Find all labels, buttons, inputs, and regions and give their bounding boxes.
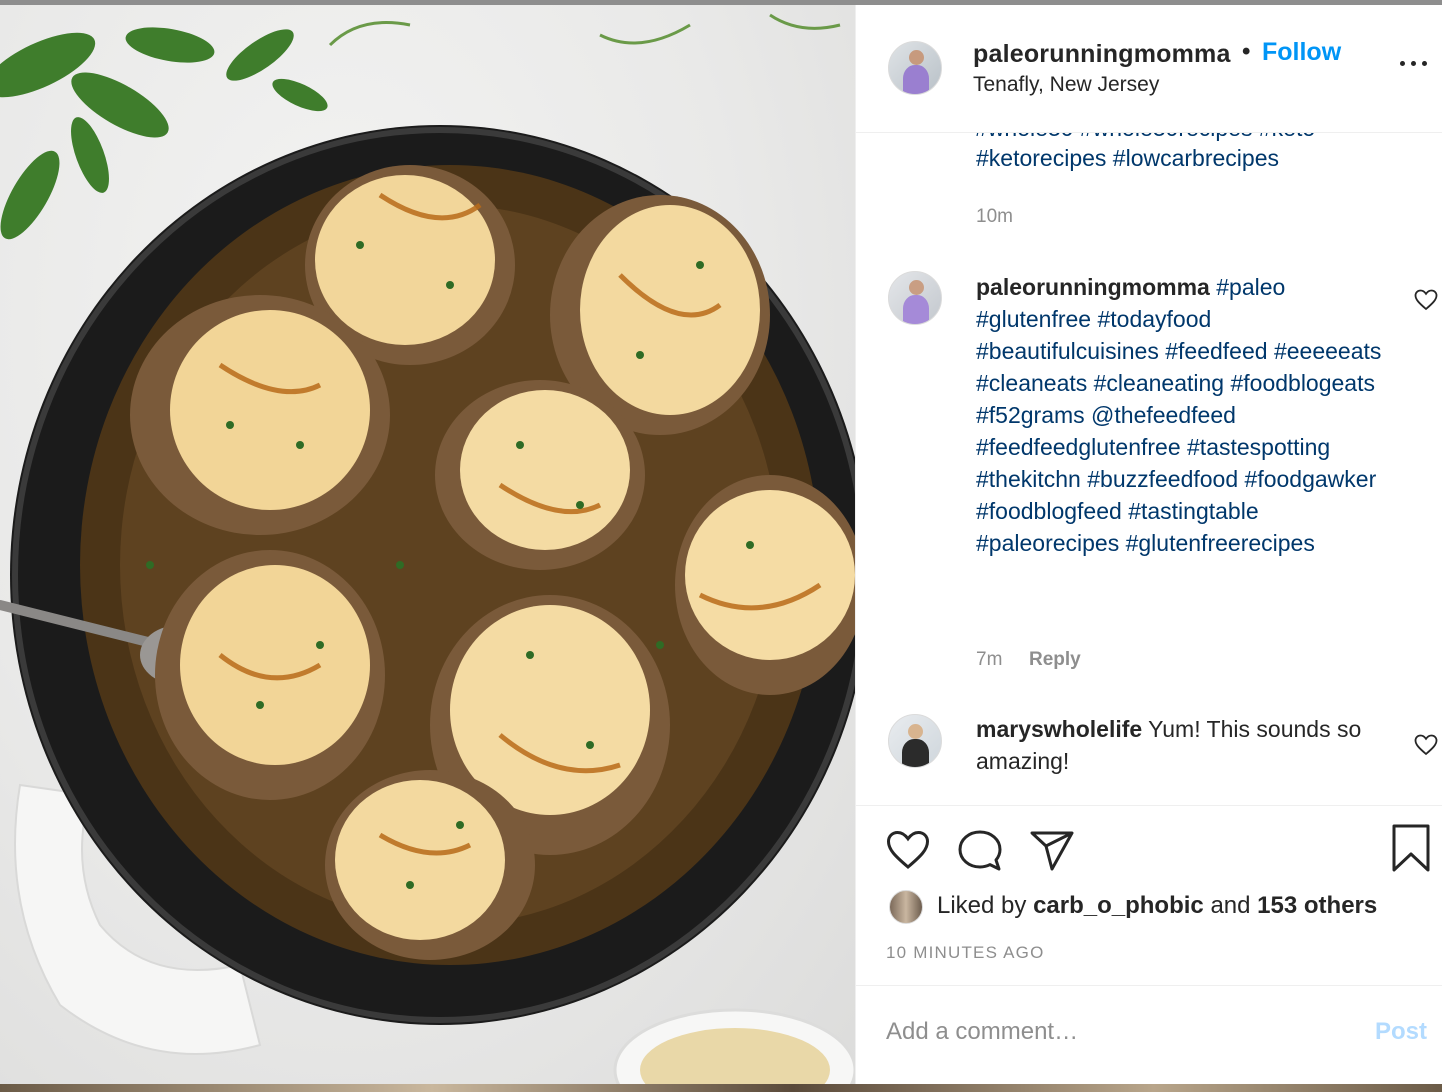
likes-summary: Liked by carb_o_phobic and 153 others bbox=[937, 892, 1377, 920]
post-photo[interactable] bbox=[0, 5, 855, 1084]
caption-hashtags[interactable]: #ketorecipes #lowcarbrecipes bbox=[976, 145, 1279, 172]
separator-dot: • bbox=[1242, 38, 1251, 65]
comment-avatar[interactable] bbox=[888, 271, 942, 325]
liked-by-user-link[interactable]: carb_o_phobic bbox=[1033, 892, 1204, 919]
comments-list[interactable]: #whole30 #whole30recipes #keto #ketoreci… bbox=[856, 133, 1442, 805]
comment-bubble-icon[interactable] bbox=[958, 830, 1002, 872]
author-avatar[interactable] bbox=[888, 41, 942, 95]
post-location[interactable]: Tenafly, New Jersey bbox=[973, 73, 1159, 97]
background-strip bbox=[0, 1084, 1442, 1092]
liked-and: and bbox=[1210, 892, 1251, 919]
liker-avatar[interactable] bbox=[889, 890, 923, 924]
add-comment-bar: Post bbox=[856, 985, 1442, 1084]
like-heart-icon[interactable] bbox=[886, 830, 930, 870]
liked-by-prefix: Liked by bbox=[937, 892, 1027, 919]
add-comment-input[interactable] bbox=[886, 1012, 1336, 1052]
food-photo-illustration bbox=[0, 13, 855, 1084]
follow-button[interactable]: Follow bbox=[1262, 38, 1341, 67]
share-paper-plane-icon[interactable] bbox=[1030, 830, 1074, 872]
comment-avatar[interactable] bbox=[888, 714, 942, 768]
comment-text: paleorunningmomma #paleo #glutenfree #to… bbox=[976, 271, 1396, 559]
more-options-icon[interactable] bbox=[1400, 57, 1428, 69]
comment-text: maryswholelife Yum! This sounds so amazi… bbox=[976, 713, 1396, 777]
comment-hashtags[interactable]: #paleo #glutenfree #todayfood #beautiful… bbox=[976, 274, 1381, 556]
save-bookmark-icon[interactable] bbox=[1392, 824, 1430, 872]
post-side-panel: paleorunningmomma • Follow Tenafly, New … bbox=[855, 5, 1442, 1084]
post-timestamp[interactable]: 10 MINUTES AGO bbox=[886, 943, 1045, 963]
comment-username[interactable]: paleorunningmomma bbox=[976, 274, 1210, 300]
comment-timestamp[interactable]: 7m bbox=[976, 649, 1002, 671]
post-header: paleorunningmomma • Follow Tenafly, New … bbox=[856, 5, 1442, 133]
like-comment-heart-icon[interactable] bbox=[1414, 734, 1438, 756]
liked-others-link[interactable]: 153 others bbox=[1257, 892, 1377, 919]
caption-hashtags-cut[interactable]: #whole30 #whole30recipes #keto bbox=[975, 133, 1315, 142]
comment-username[interactable]: maryswholelife bbox=[976, 716, 1142, 742]
caption-timestamp[interactable]: 10m bbox=[976, 206, 1013, 228]
post-actions: Liked by carb_o_phobic and 153 others 10… bbox=[856, 805, 1442, 985]
author-username[interactable]: paleorunningmomma bbox=[973, 40, 1231, 69]
post-comment-button[interactable]: Post bbox=[1375, 1018, 1427, 1046]
reply-button[interactable]: Reply bbox=[1029, 649, 1081, 671]
like-comment-heart-icon[interactable] bbox=[1414, 289, 1438, 311]
